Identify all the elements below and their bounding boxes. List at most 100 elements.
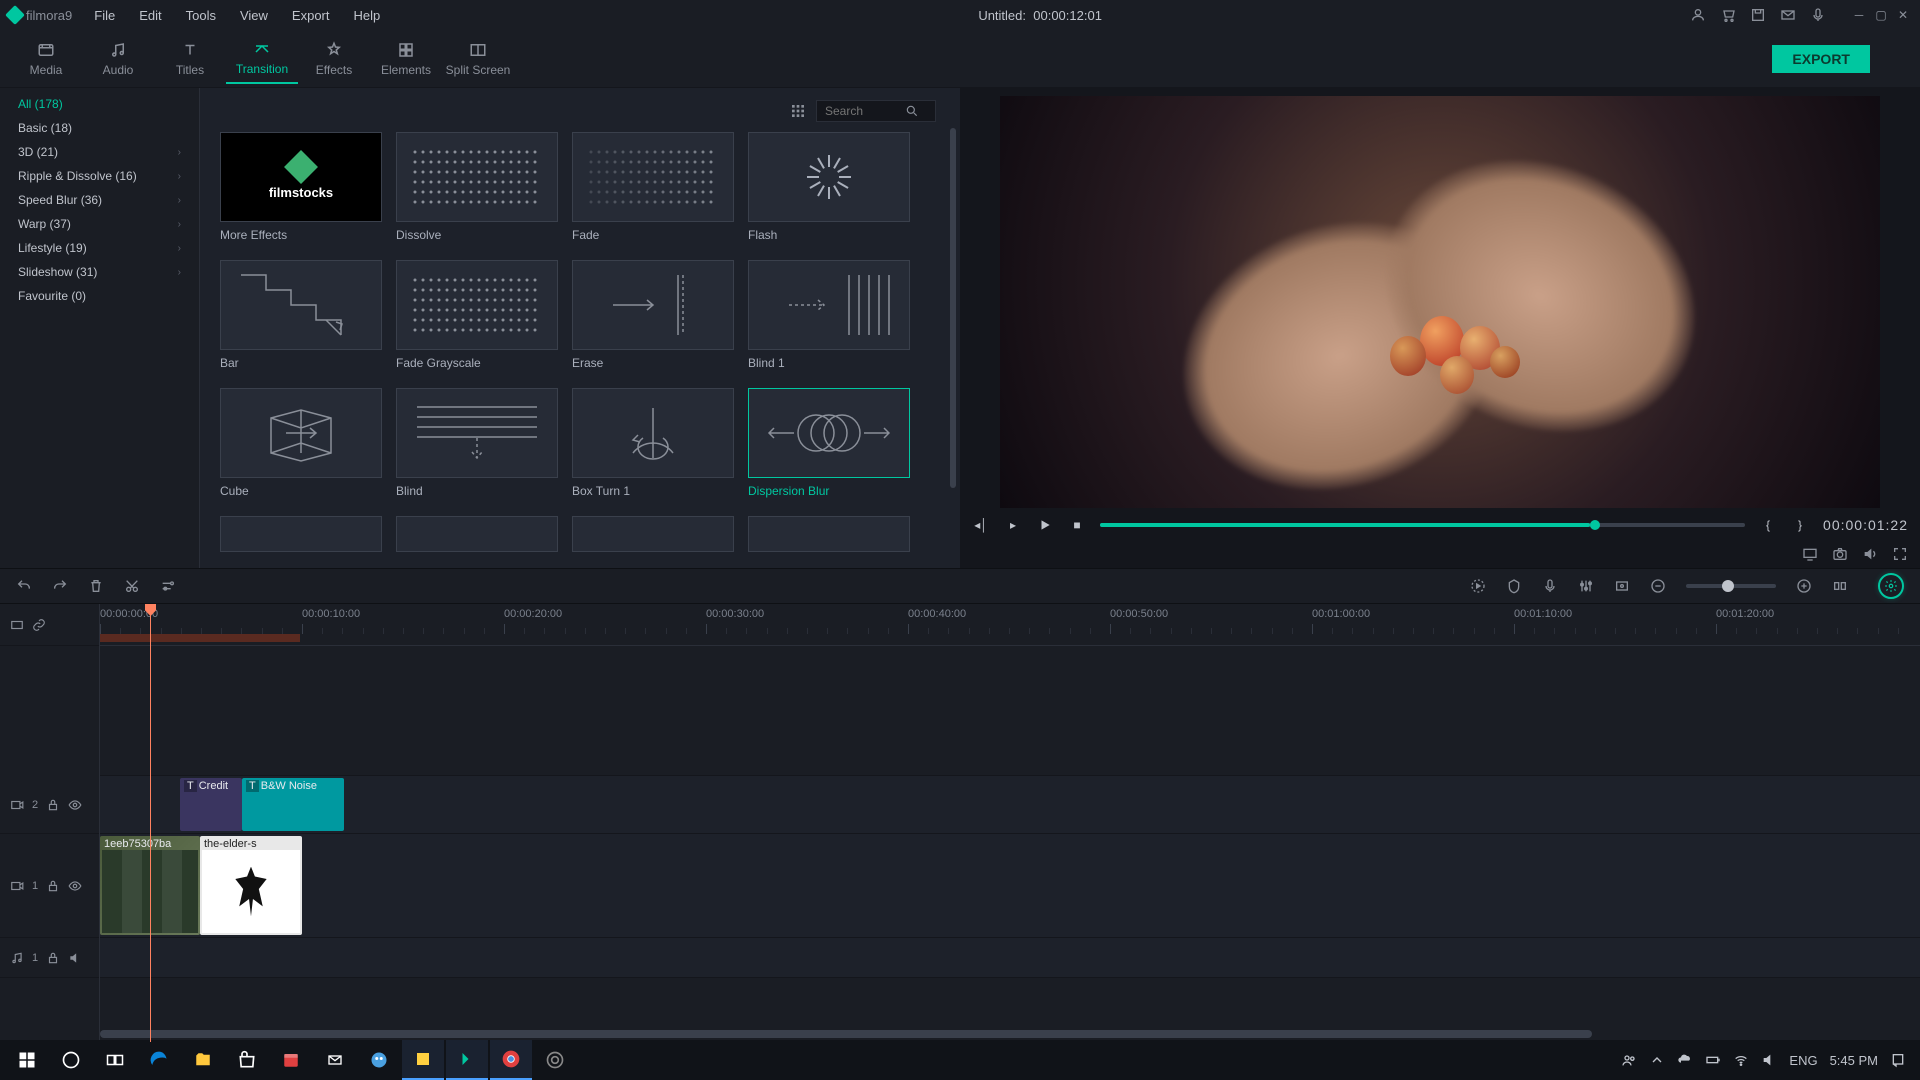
clip-credit[interactable]: TCredit <box>180 778 242 831</box>
transition-cell[interactable] <box>572 516 734 552</box>
delete-icon[interactable] <box>88 578 104 594</box>
obs-icon[interactable] <box>534 1040 576 1080</box>
zoom-out-icon[interactable] <box>1650 578 1666 594</box>
transition-thumbnail[interactable]: filmstocks <box>220 132 382 222</box>
transition-thumbnail[interactable] <box>220 260 382 350</box>
fit-icon[interactable] <box>1832 578 1848 594</box>
store-icon[interactable] <box>226 1040 268 1080</box>
transition-thumbnail[interactable] <box>748 388 910 478</box>
zoom-slider[interactable] <box>1686 584 1776 588</box>
transition-thumbnail[interactable] <box>220 388 382 478</box>
playhead[interactable] <box>150 604 151 1042</box>
tab-audio[interactable]: Audio <box>82 35 154 83</box>
calendar-icon[interactable] <box>270 1040 312 1080</box>
transition-cell[interactable]: filmstocksMore Effects <box>220 132 382 242</box>
cast-icon[interactable] <box>1802 546 1818 562</box>
stop-button[interactable]: ■ <box>1068 516 1086 534</box>
mixer-icon[interactable] <box>1578 578 1594 594</box>
voiceover-icon[interactable] <box>1542 578 1558 594</box>
chrome-icon[interactable] <box>490 1040 532 1080</box>
volume-icon[interactable] <box>1862 546 1878 562</box>
render-icon[interactable] <box>1470 578 1486 594</box>
transition-cell[interactable] <box>748 516 910 552</box>
transition-cell[interactable]: Dispersion Blur <box>748 388 910 498</box>
transition-cell[interactable] <box>396 516 558 552</box>
lock-icon[interactable] <box>46 798 60 812</box>
transition-cell[interactable]: Flash <box>748 132 910 242</box>
mail-icon[interactable] <box>1780 7 1796 23</box>
tab-media[interactable]: Media <box>10 35 82 83</box>
transition-thumbnail[interactable] <box>572 388 734 478</box>
prev-frame-button[interactable]: ◂│ <box>972 516 990 534</box>
lane-a1[interactable] <box>100 938 1920 978</box>
tab-split-screen[interactable]: Split Screen <box>442 35 514 83</box>
lock-icon[interactable] <box>46 951 60 965</box>
lane-t2[interactable]: TCredit TB&W Noise <box>100 776 1920 834</box>
eye-icon[interactable] <box>68 798 82 812</box>
mail-app-icon[interactable] <box>314 1040 356 1080</box>
sidebar-item-ripple[interactable]: Ripple & Dissolve (16)› <box>0 164 199 188</box>
transition-thumbnail[interactable] <box>572 132 734 222</box>
filmora-taskbar-icon[interactable] <box>446 1040 488 1080</box>
link-icon[interactable] <box>32 618 46 632</box>
search-icon[interactable] <box>905 104 919 118</box>
menu-view[interactable]: View <box>230 4 278 27</box>
transition-cell[interactable]: Box Turn 1 <box>572 388 734 498</box>
app-icon-1[interactable] <box>358 1040 400 1080</box>
track-header-a1[interactable]: 1 <box>0 938 99 978</box>
clip-bw-noise[interactable]: TB&W Noise <box>242 778 344 831</box>
menu-file[interactable]: File <box>84 4 125 27</box>
marker-icon[interactable] <box>1506 578 1522 594</box>
language-indicator[interactable]: ENG <box>1789 1053 1817 1068</box>
transition-cell[interactable]: Dissolve <box>396 132 558 242</box>
tab-effects[interactable]: Effects <box>298 35 370 83</box>
fullscreen-icon[interactable] <box>1892 546 1908 562</box>
transition-cell[interactable]: Fade <box>572 132 734 242</box>
menu-export[interactable]: Export <box>282 4 340 27</box>
sidebar-item-warp[interactable]: Warp (37)› <box>0 212 199 236</box>
play-button[interactable] <box>1036 516 1054 534</box>
timeline-h-scrollbar[interactable] <box>100 1030 1592 1038</box>
transition-thumbnail[interactable] <box>396 388 558 478</box>
sound-icon[interactable] <box>1761 1052 1777 1068</box>
explorer-icon[interactable] <box>182 1040 224 1080</box>
search-box[interactable] <box>816 100 936 122</box>
account-icon[interactable] <box>1690 7 1706 23</box>
track-body[interactable]: 00:00:00:0000:00:10:0000:00:20:0000:00:3… <box>100 604 1920 1042</box>
zoom-knob[interactable] <box>1722 580 1734 592</box>
edge-icon[interactable] <box>138 1040 180 1080</box>
lane-t1[interactable]: 1eeb75307ba the-elder-s <box>100 834 1920 938</box>
panel-toggle-button[interactable] <box>1878 573 1904 599</box>
transition-cell[interactable] <box>220 516 382 552</box>
onedrive-icon[interactable] <box>1677 1052 1693 1068</box>
transition-thumbnail[interactable] <box>396 516 558 552</box>
crop-icon[interactable] <box>1614 578 1630 594</box>
search-input[interactable] <box>825 104 905 118</box>
task-view-icon[interactable] <box>94 1040 136 1080</box>
transition-thumbnail[interactable] <box>572 516 734 552</box>
transition-cell[interactable]: Blind <box>396 388 558 498</box>
tray-chevron-icon[interactable] <box>1649 1052 1665 1068</box>
select-icon[interactable] <box>10 618 24 632</box>
tab-elements[interactable]: Elements <box>370 35 442 83</box>
transition-thumbnail[interactable] <box>572 260 734 350</box>
zoom-in-icon[interactable] <box>1796 578 1812 594</box>
play-back-button[interactable]: ▸ <box>1004 516 1022 534</box>
people-icon[interactable] <box>1621 1052 1637 1068</box>
transition-cell[interactable]: Fade Grayscale <box>396 260 558 370</box>
menu-help[interactable]: Help <box>344 4 391 27</box>
transition-thumbnail[interactable] <box>396 132 558 222</box>
sidebar-item-all[interactable]: All (178) <box>0 92 199 116</box>
notes-icon[interactable] <box>402 1040 444 1080</box>
cut-icon[interactable] <box>124 578 140 594</box>
track-header-t1[interactable]: 1 <box>0 834 99 938</box>
lock-icon[interactable] <box>46 879 60 893</box>
wifi-icon[interactable] <box>1733 1052 1749 1068</box>
transition-cell[interactable]: Erase <box>572 260 734 370</box>
redo-icon[interactable] <box>52 578 68 594</box>
clock[interactable]: 5:45 PM <box>1830 1053 1878 1068</box>
transition-cell[interactable]: Cube <box>220 388 382 498</box>
menu-tools[interactable]: Tools <box>176 4 226 27</box>
clip-video-2[interactable]: the-elder-s <box>200 836 302 935</box>
undo-icon[interactable] <box>16 578 32 594</box>
